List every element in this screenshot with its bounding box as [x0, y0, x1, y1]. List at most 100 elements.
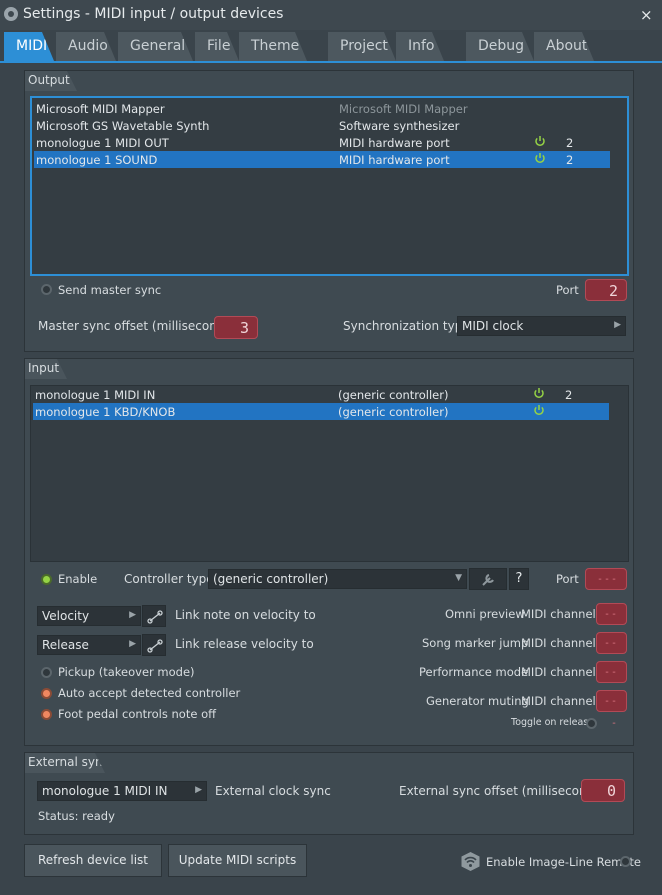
status-text: Status: ready: [38, 809, 115, 823]
external-sync-device-value: monologue 1 MIDI IN: [42, 784, 168, 798]
wrench-button[interactable]: [469, 568, 507, 590]
auto-accept-radio[interactable]: [41, 688, 52, 699]
enable-radio[interactable]: [41, 574, 52, 585]
release-select[interactable]: Release ▶: [37, 635, 141, 655]
device-port: 2: [565, 388, 573, 402]
performance-mode-channel[interactable]: ---: [596, 661, 627, 700]
link-curve-icon: [147, 610, 163, 624]
device-port: 2: [566, 136, 574, 150]
midi-channel-label: MIDI channel: [521, 636, 596, 650]
output-row[interactable]: Microsoft GS Wavetable Synth Software sy…: [34, 117, 610, 134]
power-icon[interactable]: [534, 135, 546, 147]
midi-channel-label: MIDI channel: [521, 694, 596, 708]
wrench-icon: [482, 574, 494, 586]
power-icon[interactable]: [534, 152, 546, 164]
external-sync-panel: External sync monologue 1 MIDI IN ▶ Exte…: [24, 752, 634, 835]
output-row[interactable]: Microsoft MIDI Mapper Microsoft MIDI Map…: [34, 100, 610, 117]
device-name: Microsoft GS Wavetable Synth: [36, 119, 210, 133]
midi-channel-label: MIDI channel: [521, 665, 596, 679]
foot-pedal-label: Foot pedal controls note off: [58, 707, 217, 721]
device-type: Microsoft MIDI Mapper: [339, 102, 468, 116]
tab-info[interactable]: Info: [396, 32, 444, 61]
controller-type-select[interactable]: (generic controller) ▼: [208, 569, 467, 589]
device-type: (generic controller): [338, 405, 449, 419]
master-sync-offset-value[interactable]: 3: [214, 316, 258, 339]
device-name: Microsoft MIDI Mapper: [36, 102, 165, 116]
input-panel: Input monologue 1 MIDI IN (generic contr…: [24, 358, 634, 746]
master-sync-offset-label: Master sync offset (milliseconds): [38, 319, 236, 333]
tab-theme[interactable]: Theme: [239, 32, 307, 61]
power-icon[interactable]: [533, 404, 545, 416]
enable-remote-radio[interactable]: [620, 856, 631, 867]
chevron-right-icon: ▶: [195, 785, 202, 795]
song-marker-jump-channel[interactable]: ---: [596, 632, 627, 671]
input-device-list[interactable]: monologue 1 MIDI IN (generic controller)…: [30, 385, 629, 562]
sync-type-select[interactable]: MIDI clock ▶: [457, 316, 626, 336]
omni-preview-label: Omni preview: [445, 607, 525, 621]
refresh-device-list-button[interactable]: Refresh device list: [24, 844, 162, 877]
device-type: (generic controller): [338, 388, 449, 402]
link-velocity-label: Link note on velocity to: [175, 608, 316, 622]
performance-mode-label: Performance mode: [419, 665, 529, 679]
external-sync-offset-value[interactable]: 0: [581, 779, 625, 802]
help-button[interactable]: ?: [509, 568, 529, 590]
device-port: 2: [566, 153, 574, 167]
chevron-right-icon: ▶: [129, 639, 136, 649]
controller-type-label: Controller type: [124, 572, 214, 586]
tab-audio[interactable]: Audio: [56, 32, 116, 61]
app-logo-icon: [4, 7, 18, 21]
toggle-on-release-label: Toggle on release: [511, 717, 595, 728]
chevron-right-icon: ▶: [129, 610, 136, 620]
controller-type-value: (generic controller): [213, 572, 329, 586]
output-port-value[interactable]: 2: [585, 279, 627, 301]
output-row[interactable]: monologue 1 MIDI OUT MIDI hardware port …: [34, 134, 610, 151]
generator-muting-label: Generator muting: [426, 694, 529, 708]
tab-project[interactable]: Project: [328, 32, 396, 61]
release-select-value: Release: [42, 638, 89, 652]
auto-accept-label: Auto accept detected controller: [58, 686, 241, 700]
tab-underline: [0, 61, 662, 63]
device-name: monologue 1 SOUND: [36, 153, 158, 167]
output-port-label: Port: [556, 283, 579, 297]
input-port-value[interactable]: ---: [585, 568, 627, 590]
link-curve-icon: [147, 639, 163, 653]
toggle-on-release-radio[interactable]: [586, 718, 597, 729]
velocity-select-value: Velocity: [42, 609, 90, 623]
input-row-selected[interactable]: monologue 1 KBD/KNOB (generic controller…: [33, 403, 609, 420]
enable-label: Enable: [58, 572, 98, 586]
omni-preview-channel[interactable]: ---: [596, 603, 627, 642]
pickup-radio[interactable]: [41, 667, 52, 678]
send-master-sync-label: Send master sync: [58, 283, 162, 297]
midi-channel-label: MIDI channel: [521, 607, 596, 621]
tab-about[interactable]: About: [534, 32, 594, 61]
output-device-list[interactable]: Microsoft MIDI Mapper Microsoft MIDI Map…: [30, 96, 629, 276]
sync-type-label: Synchronization type: [343, 319, 470, 333]
link-velocity-button[interactable]: [142, 605, 166, 627]
external-sync-heading: External sync: [25, 753, 105, 773]
tab-debug[interactable]: Debug: [466, 32, 534, 61]
generator-muting-channel[interactable]: ---: [596, 690, 627, 729]
external-clock-sync-label: External clock sync: [215, 784, 331, 798]
chevron-right-icon: ▶: [614, 320, 621, 330]
output-row-selected[interactable]: monologue 1 SOUND MIDI hardware port 2: [34, 151, 610, 168]
link-release-label: Link release velocity to: [175, 637, 314, 651]
tab-midi[interactable]: MIDI: [4, 32, 54, 61]
sync-type-value: MIDI clock: [462, 319, 524, 333]
tab-general[interactable]: General: [118, 32, 193, 61]
input-port-label: Port: [556, 572, 579, 586]
external-sync-device-select[interactable]: monologue 1 MIDI IN ▶: [37, 781, 207, 801]
enable-remote-label: Enable Image-Line Remote: [486, 855, 641, 869]
window-title: Settings - MIDI input / output devices: [23, 6, 284, 22]
foot-pedal-radio[interactable]: [41, 709, 52, 720]
link-release-button[interactable]: [142, 634, 166, 656]
device-name: monologue 1 MIDI IN: [35, 388, 156, 402]
close-button[interactable]: ×: [640, 6, 653, 24]
velocity-select[interactable]: Velocity ▶: [37, 606, 141, 626]
output-heading: Output: [25, 71, 77, 91]
tab-file[interactable]: File: [195, 32, 239, 61]
update-midi-scripts-button[interactable]: Update MIDI scripts: [168, 844, 307, 877]
input-row[interactable]: monologue 1 MIDI IN (generic controller)…: [33, 386, 609, 403]
send-master-sync-radio[interactable]: [41, 284, 52, 295]
chevron-down-icon: ▼: [455, 573, 462, 583]
power-icon[interactable]: [533, 387, 545, 399]
